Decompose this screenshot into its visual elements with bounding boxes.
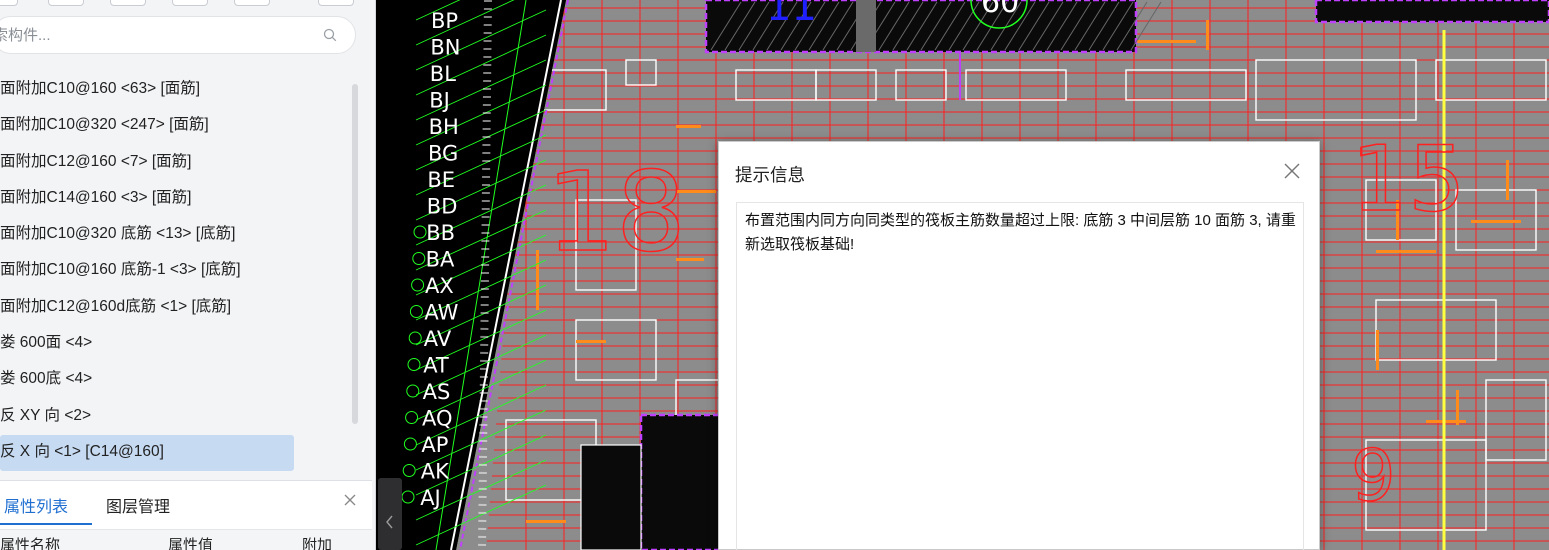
tab-property-list[interactable]: 属性列表	[4, 493, 68, 517]
column-header-extra: 附加	[302, 537, 333, 550]
toolbar-button[interactable]	[48, 0, 84, 6]
hatched-column	[639, 413, 723, 550]
column-header-value: 属性值	[168, 537, 214, 550]
orange-rebar	[576, 340, 606, 343]
property-table-header: 属性名称 属性值 附加	[0, 529, 372, 550]
orange-rebar	[676, 125, 701, 128]
orange-rebar	[526, 520, 566, 523]
axis-label: AV	[424, 327, 452, 351]
search-icon[interactable]	[323, 28, 337, 42]
axis-label: BL	[430, 62, 456, 86]
dialog-title: 提示信息	[735, 165, 805, 185]
axis-label: AQ	[422, 407, 453, 431]
list-item[interactable]: 面附加C12@160 <7> [面筋]	[0, 145, 300, 181]
search-input[interactable]	[0, 17, 313, 53]
property-tabs: 属性列表 图层管理	[0, 481, 372, 525]
close-icon[interactable]	[343, 493, 357, 507]
collapse-panel-button[interactable]	[378, 478, 402, 550]
cell-label: 11	[766, 0, 817, 30]
search-box	[0, 16, 356, 54]
active-tab-indicator	[0, 523, 92, 525]
axis-label: BN	[430, 36, 460, 60]
grid-region-number: 18	[546, 148, 686, 276]
orange-rebar	[1136, 40, 1196, 43]
axis-label: AT	[423, 354, 449, 378]
orange-rebar	[1471, 220, 1521, 223]
toolbar-button[interactable]	[172, 0, 208, 6]
hatched-column	[580, 444, 642, 550]
axis-label: AS	[423, 380, 451, 404]
toolbar-button[interactable]	[318, 0, 354, 6]
orange-rebar	[1206, 20, 1209, 50]
toolbar-button[interactable]	[234, 0, 270, 6]
chevron-left-icon	[386, 515, 393, 529]
orange-rebar	[1426, 420, 1466, 423]
list-item[interactable]: 面附加C14@160 <3> [面筋]	[0, 181, 300, 217]
list-item[interactable]: 娄 600底 <4>	[0, 362, 300, 398]
list-item[interactable]: 面附加C10@320 底筋 <13> [底筋]	[0, 217, 300, 253]
axis-label: AK	[421, 460, 450, 484]
column-header-name: 属性名称	[0, 537, 61, 550]
axis-label: AJ	[420, 486, 441, 510]
list-item[interactable]: 面附加C10@160 <63> [面筋]	[0, 72, 300, 108]
axis-label: BP	[431, 9, 458, 33]
grid-region-number: 15	[1351, 127, 1466, 232]
grid-region-number: 9	[1351, 435, 1396, 517]
list-item[interactable]: 娄 600面 <4>	[0, 326, 300, 362]
orange-rebar	[1456, 390, 1459, 425]
axis-label: BA	[426, 248, 455, 272]
component-list: 面附加C10@160 <63> [面筋] 面附加C10@320 <247> [面筋…	[0, 72, 300, 472]
axis-label: BE	[427, 168, 455, 192]
toolbar-button[interactable]	[0, 0, 18, 6]
list-scrollbar[interactable]	[352, 84, 358, 424]
info-dialog: 提示信息 布置范围内同方向同类型的筏板主筋数量超过上限: 底筋 3 中间层筋 1…	[718, 141, 1320, 550]
axis-label: BH	[429, 115, 459, 139]
axis-label: AP	[421, 433, 448, 457]
toolbar-button[interactable]	[110, 0, 146, 6]
orange-rebar	[536, 250, 539, 310]
list-item[interactable]: 反 X 向 <1> [C14@160]	[0, 434, 294, 472]
orange-rebar	[1506, 160, 1509, 200]
orange-rebar	[1376, 330, 1379, 370]
list-item[interactable]: 反 XY 向 <2>	[0, 399, 300, 435]
cell-label: 60	[981, 0, 1019, 20]
list-item[interactable]: 面附加C10@160 底筋-1 <3> [底筋]	[0, 253, 300, 289]
dialog-message-box: 布置范围内同方向同类型的筏板主筋数量超过上限: 底筋 3 中间层筋 10 面筋 …	[736, 202, 1304, 550]
list-item[interactable]: 面附加C12@160d底筋 <1> [底筋]	[0, 290, 300, 326]
tab-layer-management[interactable]: 图层管理	[106, 493, 170, 517]
axis-label: BB	[426, 221, 455, 245]
property-panel: 属性列表 图层管理 属性名称 属性值 附加	[0, 480, 372, 550]
axis-label: BJ	[429, 89, 450, 113]
axis-label: BG	[428, 142, 458, 166]
toolbar	[0, 0, 375, 8]
hatched-column	[856, 0, 876, 52]
hatched-column	[1314, 0, 1549, 24]
close-icon[interactable]	[1283, 162, 1301, 180]
list-item[interactable]: 面附加C10@320 <247> [面筋]	[0, 108, 300, 144]
axis-label: BD	[427, 195, 458, 219]
orange-rebar	[1376, 250, 1436, 253]
dialog-message: 布置范围内同方向同类型的筏板主筋数量超过上限: 底筋 3 中间层筋 10 面筋 …	[745, 212, 1296, 253]
axis-label: AW	[424, 301, 458, 325]
axis-label: AX	[425, 274, 454, 298]
component-panel: 面附加C10@160 <63> [面筋]面附加C10@320 <247> [面筋…	[0, 0, 376, 550]
